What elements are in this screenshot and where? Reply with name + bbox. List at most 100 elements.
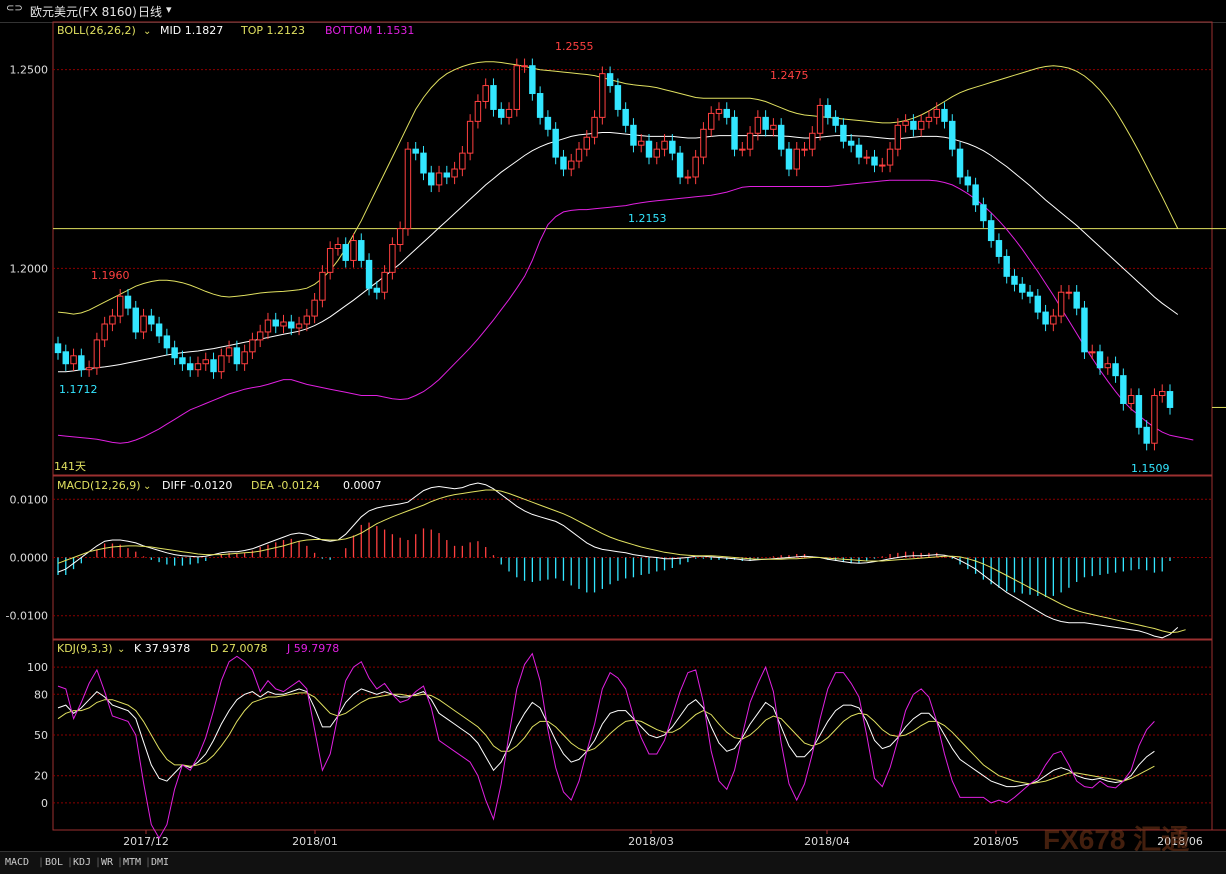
candle [116,295,124,317]
candle [225,347,233,357]
tab-divider: | [38,857,45,868]
tab-mtm[interactable]: MTM [123,857,141,868]
candle [513,65,521,110]
candle [840,124,847,142]
boll-mid-line [58,132,1179,373]
candle [676,152,684,178]
candle [420,152,427,174]
candle [326,248,334,273]
indicator-tab-bar: MACD | BOL | KDJ | WR | MTM | DMI [0,851,1226,874]
day-count: 141天 [54,460,86,473]
chevron-down-icon[interactable]: ⌄ [117,644,125,655]
macd-label: MACD(12,26,9) [57,479,141,492]
tab-macd[interactable]: MACD [5,857,29,868]
candle [381,271,388,293]
candle [1112,363,1119,377]
candle [917,120,925,130]
candle [622,108,629,126]
candle [342,244,349,261]
candle [739,148,746,151]
annotation-high: 1.2555 [555,40,594,53]
candle [1073,291,1080,309]
candle [233,347,241,365]
macd-dea-value: DEA -0.0124 [251,479,320,492]
candle [241,351,248,365]
candle [1003,255,1010,277]
x-tick-label: 2017/12 [123,835,169,848]
candle [1159,391,1166,397]
price-panel [54,58,1226,451]
candle [218,355,225,373]
candle [754,116,762,134]
candle [669,140,676,154]
candle [186,363,194,371]
candle [140,315,147,333]
candle [155,323,163,337]
candle [490,85,497,110]
candle [599,73,606,118]
candle [498,108,505,118]
chart-canvas[interactable]: 1.2500 1.2000 0.0100 0.0000 -0.0100 100 80 50 20… [0,0,1226,873]
candle [1034,295,1042,313]
candle [964,176,972,186]
tab-dmi[interactable]: DMI [151,857,169,868]
candle [902,120,909,126]
candle [824,104,832,118]
boll-mid-value: MID 1.1827 [160,24,223,37]
tab-kdj[interactable]: KDJ [73,857,91,868]
boll-top-value: TOP 1.2123 [240,24,305,37]
candle [777,124,785,150]
candle [505,108,513,118]
candle [1057,291,1065,317]
candle [459,152,466,170]
candle [700,128,707,158]
kdj-d-line [57,692,1155,785]
candle [1050,315,1057,325]
tab-wr[interactable]: WR [101,857,113,868]
chevron-down-icon[interactable]: ⌄ [143,26,151,37]
tab-bol[interactable]: BOL [45,857,63,868]
macd-dea-line [57,489,1186,634]
annotation-high: 1.1960 [91,269,130,282]
candle [264,319,272,333]
kdj-d-value: D 27.0078 [210,642,267,655]
candle [179,357,186,365]
candle [591,116,598,138]
candle [124,295,132,309]
candle [606,73,614,87]
candle [692,156,699,178]
y-tick-label: 80 [34,688,48,701]
candle [1127,395,1135,404]
boll-label: BOLL(26,26,2) [57,24,136,37]
candle [373,287,381,293]
candle [78,355,85,371]
candle [1135,395,1143,428]
x-tick-label: 2018/05 [973,835,1019,848]
candle [871,156,878,166]
candle [202,359,209,365]
candle [886,148,894,166]
annotation-high: 1.2475 [770,69,809,82]
candle [809,132,816,150]
candle [404,148,412,230]
candle [396,228,404,246]
candle [85,367,93,371]
candle [428,172,435,186]
kdj-j-line [57,652,1155,840]
y-tick-label: 50 [34,729,48,742]
candle [536,93,544,118]
candle [1166,391,1174,408]
candle [350,240,357,261]
chevron-down-icon[interactable]: ⌄ [143,481,151,492]
candle [256,331,264,341]
candle [933,108,940,118]
candle [863,156,870,159]
candle [1089,351,1096,354]
candle [70,355,77,365]
candle [972,184,979,206]
candle [770,124,777,130]
candle [637,140,645,146]
candle [412,148,419,154]
candle [575,148,583,162]
candle [1096,351,1104,369]
